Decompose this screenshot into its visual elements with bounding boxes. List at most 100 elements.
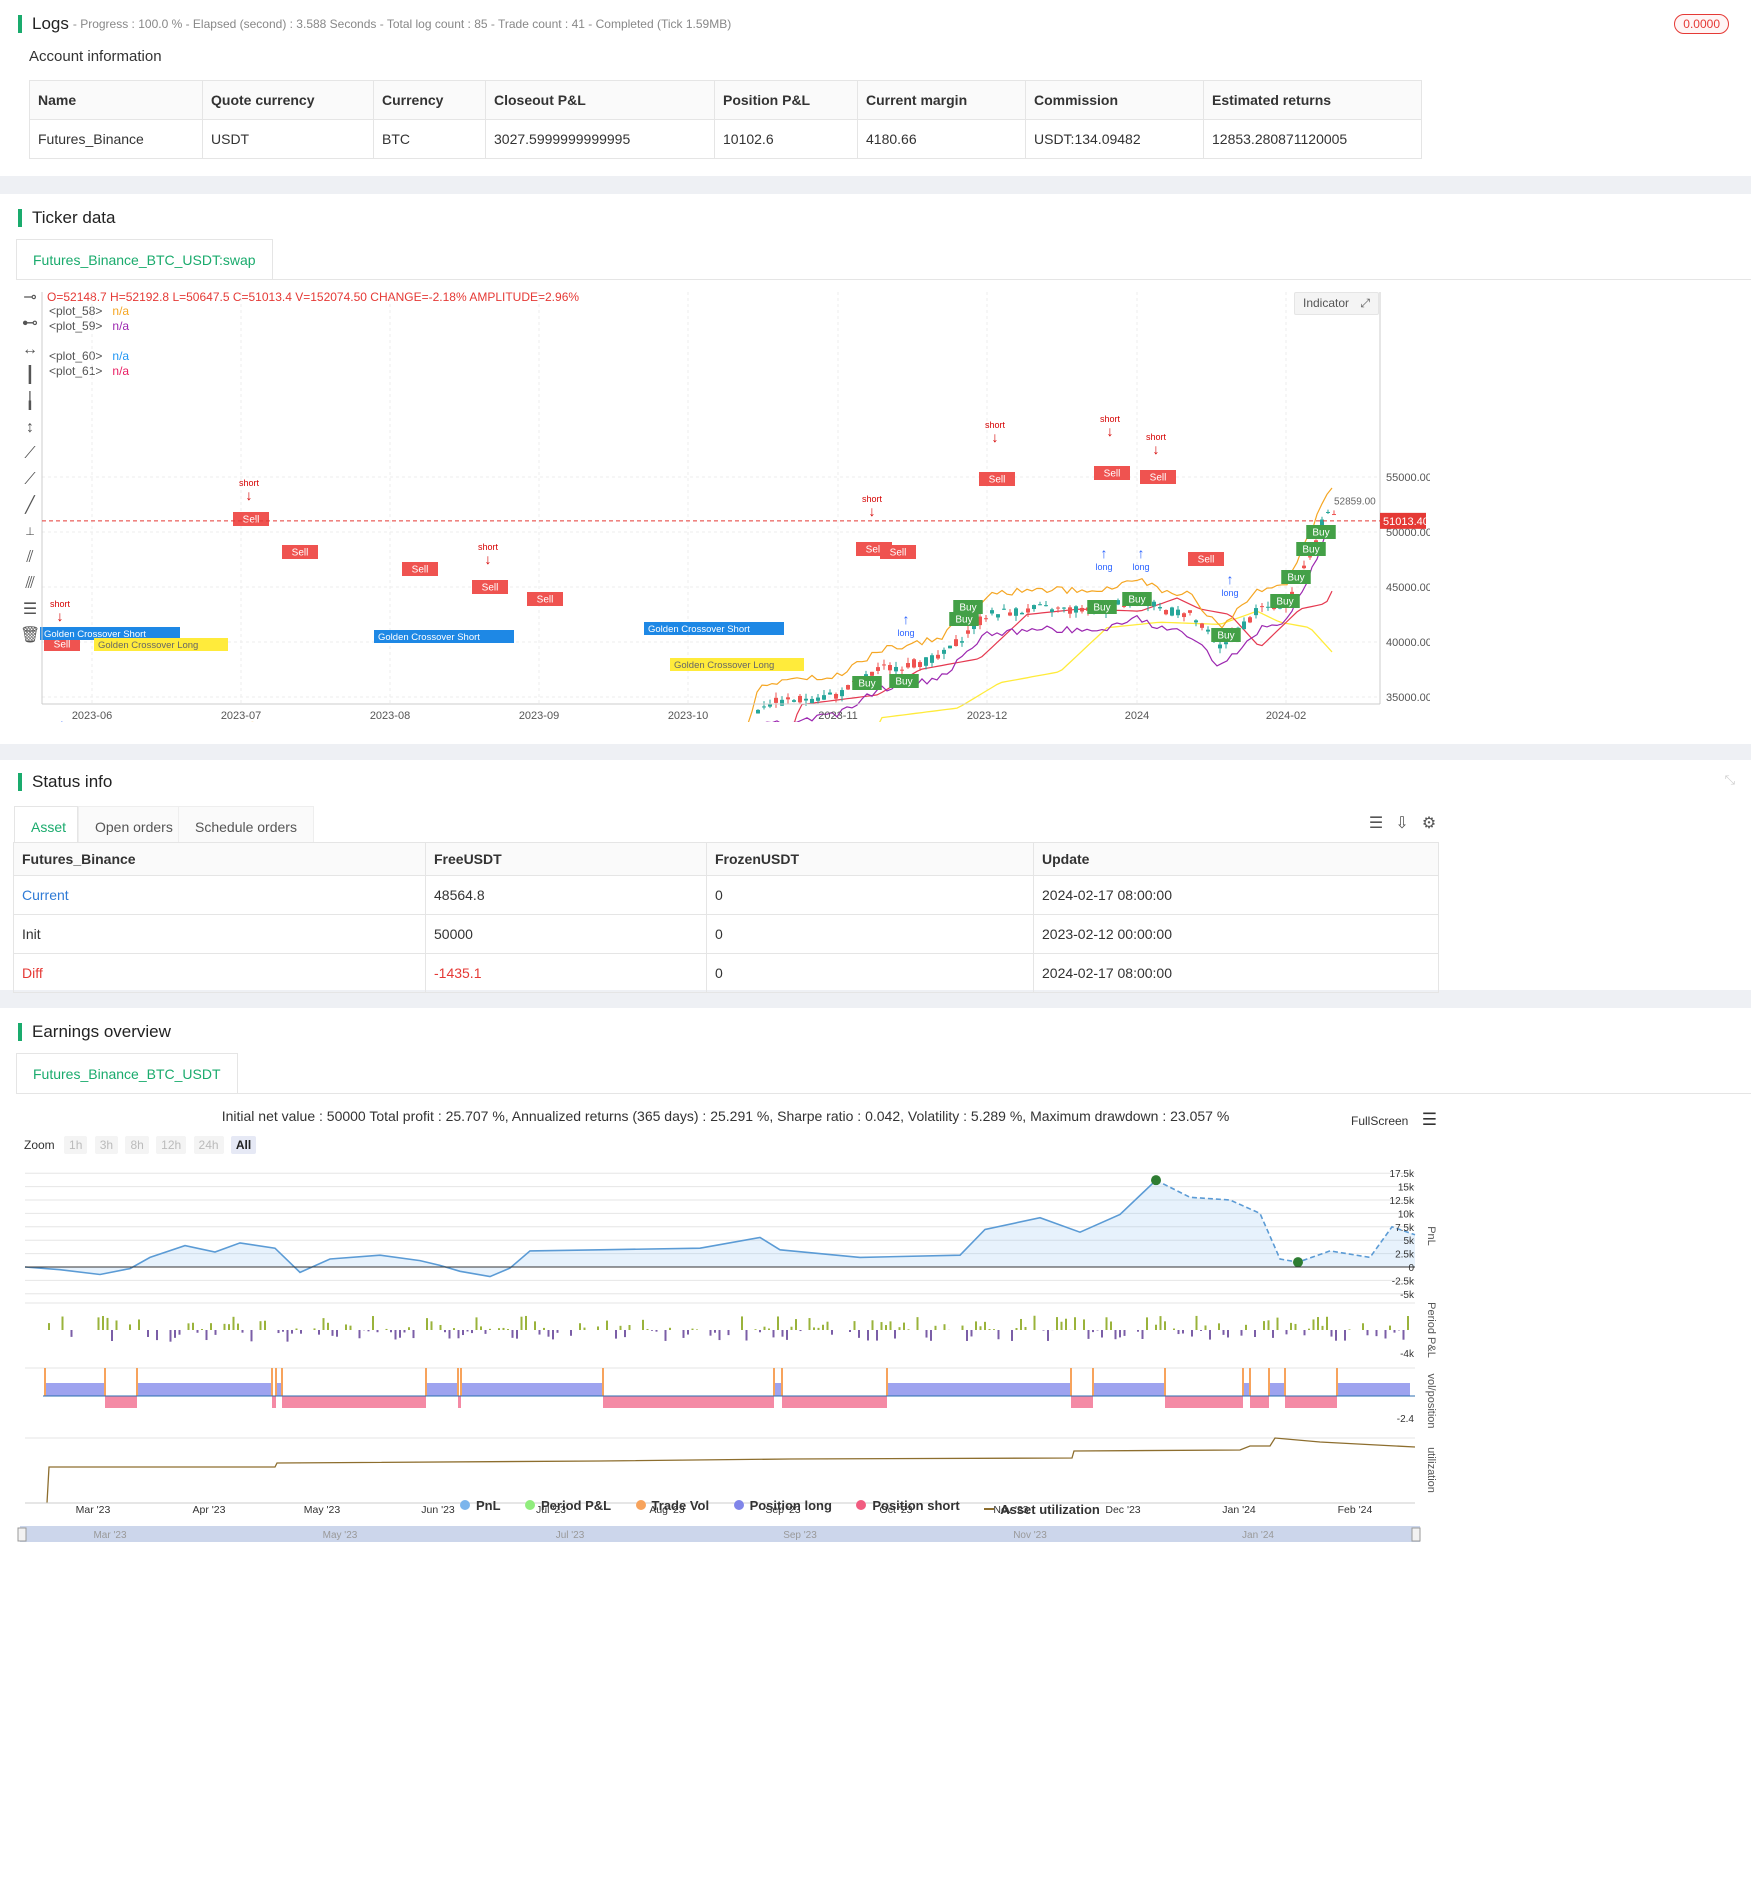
zoom-12h-button[interactable]: 12h [156,1136,187,1154]
period-bar [871,1320,874,1330]
menu-icon[interactable]: ☰ [1422,1110,1437,1129]
legend-trade-vol[interactable]: Trade Vol [635,1498,709,1513]
fullscreen-button[interactable]: FullScreen ☰ [1351,1110,1437,1130]
period-bar [1321,1325,1324,1330]
period-bar [1389,1325,1391,1330]
period-bar [430,1321,433,1330]
period-bar [1326,1316,1328,1330]
candle-body [894,666,898,672]
period-bar [498,1328,500,1330]
candle-body [966,630,970,634]
candle-body [942,649,946,654]
pnl-tick-label: -2.5k [1392,1276,1415,1287]
signal-tag-label: Sell [412,565,429,576]
settings-gear-icon[interactable]: ⚙ [1419,814,1439,834]
signal-tag-label: Buy [1287,573,1304,584]
candle-body [1266,606,1270,608]
legend-position-short[interactable]: Position short [856,1498,960,1513]
long-label: long [897,628,914,638]
period-bar [1393,1330,1396,1333]
period-bar [768,1328,770,1330]
legend-position-long[interactable]: Position long [733,1497,832,1513]
cell: 4180.66 [857,119,1026,159]
trade-vol-bar [1268,1368,1270,1396]
long-arrow: ↑ [1101,545,1108,561]
trade-vol-bar [1336,1368,1338,1396]
zoom-24h-button[interactable]: 24h [193,1136,224,1154]
zoom-8h-button[interactable]: 8h [125,1136,149,1154]
candle-body [1080,607,1084,612]
period-bar [1290,1322,1292,1330]
tab-earnings-symbol[interactable]: Futures_Binance_BTC_USDT [16,1053,238,1093]
period-bar [250,1330,253,1342]
candle-body [1248,617,1252,623]
period-bar [826,1321,829,1330]
position-tick-label: -2.4 [1397,1414,1415,1425]
earnings-chart[interactable]: 17.5k 15k 12.5k 10k 7.5k 5k 2.5k 0 -2.5k -5k -4k -2… [0,1158,1451,1888]
period-bar [1254,1330,1256,1338]
period-bar [570,1330,572,1336]
tab-asset[interactable]: Asset [14,806,78,846]
period-bar [889,1321,892,1330]
trade-vol-bar [781,1368,783,1396]
candle-body [1068,607,1072,614]
fullscreen-label: FullScreen [1351,1114,1409,1128]
signal-tag-label: Sell [537,595,554,606]
period-bar [1101,1330,1103,1338]
period-bar [1033,1315,1036,1330]
col-name: Name [29,80,203,120]
pnl-tick-label: 5k [1403,1236,1415,1247]
period-bar [799,1330,802,1332]
period-bar [817,1327,820,1330]
candle-body [798,695,802,703]
long-position-bar [461,1383,603,1396]
earnings-title: Earnings overview [18,1022,171,1042]
period-bar [111,1330,113,1342]
period-bar [1240,1330,1243,1336]
period-bar [376,1330,379,1333]
cloud-download-icon[interactable]: ⇩ [1392,814,1412,834]
tab-open-orders[interactable]: Open orders [78,806,190,846]
min-pnl-marker [1293,1257,1303,1268]
candle-body [810,698,814,703]
tab-schedule-orders[interactable]: Schedule orders [178,806,314,846]
period-bar [664,1330,667,1341]
legend-label: Position long [749,1497,832,1513]
crossover-tag-label: Golden Crossover Long [674,660,774,671]
period-bar [538,1330,541,1335]
candle-body [1050,609,1054,612]
long-position-bar [774,1383,782,1396]
section-marker [18,209,22,227]
zoom-1h-button[interactable]: 1h [64,1136,88,1154]
zoom-all-button[interactable]: All [230,1136,257,1154]
current-price-label: 51013.40 [1383,516,1429,528]
period-bar [988,1329,991,1330]
tab-ticker-symbol[interactable]: Futures_Binance_BTC_USDT:swap [16,239,273,279]
candle-body [804,698,808,701]
collapse-icon[interactable]: ⤡ [1725,772,1735,788]
period-bar [115,1320,118,1330]
signal-tag-label: Sell [890,548,907,559]
period-bar [1056,1317,1058,1330]
legend-period-pnl[interactable]: Period P&L [525,1498,611,1513]
candle-body [900,669,904,671]
list-icon[interactable]: ☰ [1366,814,1386,834]
period-bar [480,1326,482,1330]
period-bar [444,1330,446,1333]
crossover-tag-label: Golden Crossover Short [648,624,750,635]
period-bar [795,1319,797,1330]
legend-pnl[interactable]: PnL [460,1498,501,1513]
signal-tag-label: Sell [482,583,499,594]
period-bar [1303,1330,1306,1336]
cell: -1435.1 [425,953,707,993]
legend-asset-utilization[interactable]: Asset utilization [984,1502,1100,1517]
cell: 0 [706,953,1034,993]
period-bar [628,1325,631,1330]
candlestick-chart[interactable]: Sellshort↓Sellshort↓SellSellSellshort↓Se… [0,282,1430,722]
period-bar [223,1323,226,1330]
long-arrow: ↑ [1227,571,1234,587]
signal-tag-label: Sell [866,545,883,556]
period-bar [691,1328,694,1330]
period-bar [696,1329,698,1330]
zoom-3h-button[interactable]: 3h [94,1136,119,1154]
